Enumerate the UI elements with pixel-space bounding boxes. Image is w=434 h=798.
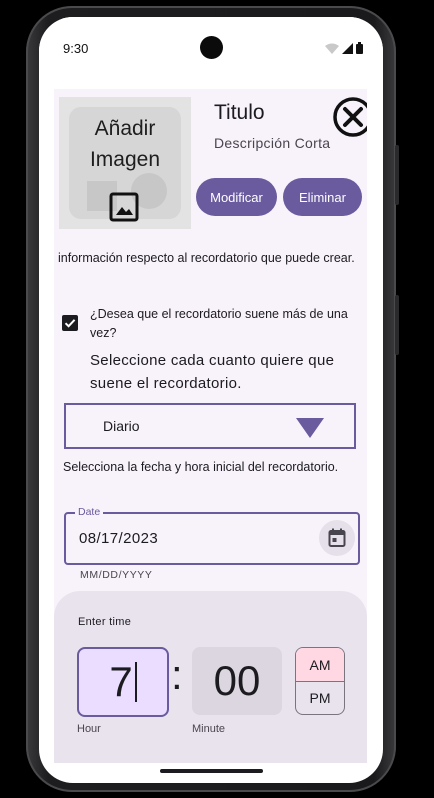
modify-button[interactable]: Modificar (196, 178, 277, 216)
status-icons (325, 42, 363, 54)
am-toggle[interactable]: AM (296, 648, 344, 682)
status-bar: 9:30 (39, 17, 383, 89)
calendar-button[interactable] (319, 520, 355, 556)
image-icon (109, 192, 139, 222)
status-time: 9:30 (63, 41, 89, 56)
minute-input[interactable]: 00 (192, 647, 282, 715)
date-field-value: 08/17/2023 (79, 530, 159, 547)
frequency-dropdown[interactable]: Diario (64, 403, 356, 449)
dropdown-arrow-icon (296, 418, 324, 438)
minute-caption: Minute (192, 723, 226, 735)
hour-value: 7 (109, 658, 133, 705)
reminder-short-description: Descripción Corta (214, 135, 331, 151)
wifi-icon (325, 43, 339, 54)
period-selector: AM PM (295, 647, 345, 715)
volume-button (395, 295, 399, 355)
gesture-nav-handle[interactable] (160, 769, 263, 773)
text-caret (134, 662, 137, 702)
reminder-info-text: información respecto al recordatorio que… (58, 251, 355, 265)
battery-icon (356, 42, 363, 54)
date-format-hint: MM/DD/YYYY (80, 569, 153, 581)
frequency-selected-value: Diario (103, 418, 140, 434)
time-picker-title: Enter time (78, 616, 132, 628)
calendar-icon (328, 528, 346, 547)
power-button (395, 145, 399, 205)
screen: 9:30 Añadir Imagen Titulo Descripción Co… (39, 17, 383, 783)
reminder-form: Añadir Imagen Titulo Descripción Corta M… (54, 89, 367, 763)
reminder-title: Titulo (214, 101, 265, 124)
pm-toggle[interactable]: PM (296, 682, 344, 714)
frequency-prompt: Seleccione cada cuanto quiere que suene … (90, 352, 335, 392)
date-field[interactable]: Date 08/17/2023 (64, 506, 360, 565)
signal-icon (342, 43, 353, 54)
date-prompt: Selecciona la fecha y hora inicial del r… (63, 460, 339, 474)
add-image-label: Añadir Imagen (89, 117, 161, 171)
hour-input[interactable]: 7 (77, 647, 169, 717)
image-picker[interactable]: Añadir Imagen (59, 97, 191, 229)
date-field-label: Date (75, 506, 104, 518)
delete-button[interactable]: Eliminar (283, 178, 362, 216)
repeat-checkbox[interactable] (62, 315, 78, 331)
checkbox-icon (64, 319, 76, 328)
front-camera (200, 36, 223, 59)
hour-caption: Hour (77, 723, 101, 735)
repeat-checkbox-label: ¿Desea que el recordatorio suene más de … (90, 307, 348, 340)
time-picker: Enter time 7 : 00 AM PM Hour Minute (54, 591, 367, 763)
minute-value: 00 (213, 657, 261, 704)
time-separator: : (171, 651, 183, 698)
close-circle-icon[interactable] (331, 95, 367, 139)
